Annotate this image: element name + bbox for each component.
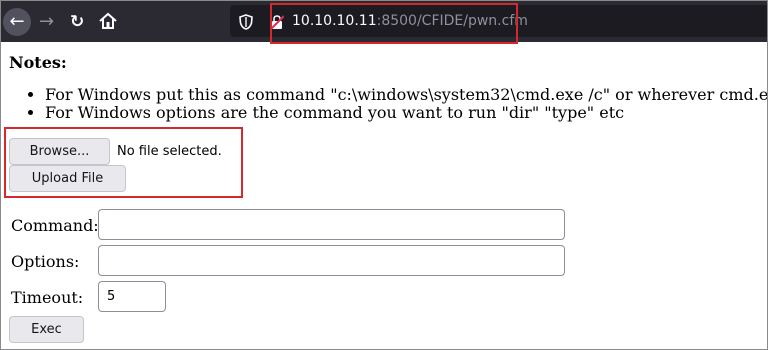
- url-path: :8500/CFIDE/pwn.cfm: [376, 13, 528, 29]
- timeout-input[interactable]: 5: [98, 281, 166, 312]
- exec-button[interactable]: Exec: [9, 316, 84, 343]
- notes-heading: Notes:: [9, 53, 67, 72]
- note-item: For Windows options are the command you …: [45, 104, 767, 122]
- file-status-text: No file selected.: [117, 144, 222, 159]
- url-host: 10.10.10.11: [292, 13, 377, 29]
- upload-file-button[interactable]: Upload File: [9, 165, 126, 192]
- options-input[interactable]: [98, 245, 565, 276]
- browse-button[interactable]: Browse...: [9, 138, 110, 165]
- reload-icon[interactable]: ↻: [70, 10, 84, 34]
- lock-icon[interactable]: [270, 14, 284, 30]
- notes-list: For Windows put this as command "c:\wind…: [31, 86, 767, 122]
- browser-frame: ← → ↻ 10.10.10.11:8500/CFIDE/pwn.cfm Not…: [0, 0, 768, 350]
- command-input[interactable]: [98, 209, 565, 240]
- back-arrow-icon[interactable]: ←: [3, 8, 31, 36]
- note-item: For Windows put this as command "c:\wind…: [45, 86, 767, 104]
- options-label: Options:: [11, 252, 80, 271]
- shield-icon[interactable]: [239, 14, 253, 30]
- timeout-label: Timeout:: [11, 288, 84, 307]
- forward-arrow-icon[interactable]: →: [39, 10, 54, 34]
- url-text[interactable]: 10.10.10.11:8500/CFIDE/pwn.cfm: [292, 13, 528, 29]
- command-label: Command:: [11, 216, 99, 235]
- home-icon[interactable]: [98, 11, 118, 31]
- browser-toolbar: ← → ↻ 10.10.10.11:8500/CFIDE/pwn.cfm: [1, 1, 767, 42]
